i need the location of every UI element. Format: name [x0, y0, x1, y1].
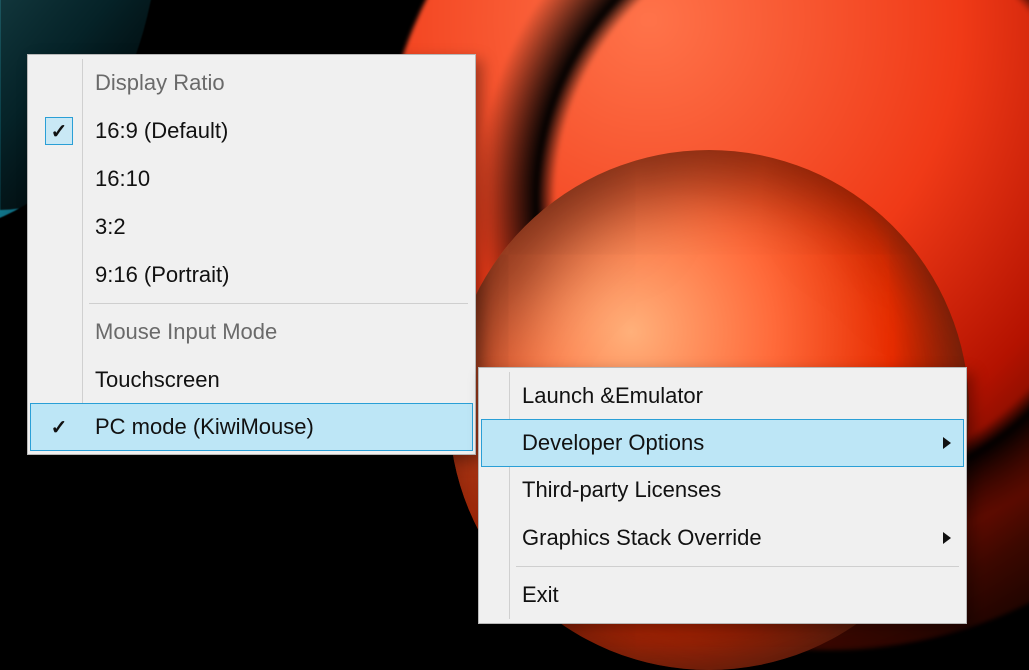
menu-item-exit[interactable]: Exit [482, 571, 963, 619]
menu-item-touchscreen[interactable]: Touchscreen [31, 356, 472, 404]
context-menu-main: Launch &Emulator Developer Options Third… [478, 367, 967, 624]
menu-item-label: 16:10 [95, 166, 150, 192]
menu-item-label: Touchscreen [95, 367, 220, 393]
check-icon: ✓ [45, 413, 73, 441]
menu-item-ratio-9-16[interactable]: 9:16 (Portrait) [31, 251, 472, 299]
menu-item-graphics-stack-override[interactable]: Graphics Stack Override [482, 514, 963, 562]
menu-header-label: Display Ratio [95, 70, 225, 96]
menu-item-label: 16:9 (Default) [95, 118, 228, 144]
menu-item-developer-options[interactable]: Developer Options [481, 419, 964, 467]
menu-item-label: Launch &Emulator [522, 383, 703, 409]
menu-item-label: Third-party Licenses [522, 477, 721, 503]
chevron-right-icon [943, 437, 951, 449]
menu-header-label: Mouse Input Mode [95, 319, 277, 345]
menu-item-ratio-16-10[interactable]: 16:10 [31, 155, 472, 203]
menu-header-mouse-input: Mouse Input Mode [31, 308, 472, 356]
menu-separator [516, 566, 959, 567]
menu-item-label: Exit [522, 582, 559, 608]
check-icon: ✓ [45, 117, 73, 145]
menu-item-label: 3:2 [95, 214, 126, 240]
menu-item-ratio-16-9[interactable]: ✓ 16:9 (Default) [31, 107, 472, 155]
menu-item-launch-emulator[interactable]: Launch &Emulator [482, 372, 963, 420]
menu-header-display-ratio: Display Ratio [31, 59, 472, 107]
context-menu-developer-options: Display Ratio ✓ 16:9 (Default) 16:10 3:2… [27, 54, 476, 455]
menu-item-label: Developer Options [522, 430, 704, 456]
menu-item-pc-mode[interactable]: ✓ PC mode (KiwiMouse) [30, 403, 473, 451]
chevron-right-icon [943, 532, 951, 544]
menu-item-label: 9:16 (Portrait) [95, 262, 230, 288]
menu-item-third-party-licenses[interactable]: Third-party Licenses [482, 466, 963, 514]
menu-separator [89, 303, 468, 304]
menu-item-label: PC mode (KiwiMouse) [95, 414, 314, 440]
menu-item-ratio-3-2[interactable]: 3:2 [31, 203, 472, 251]
menu-item-label: Graphics Stack Override [522, 525, 762, 551]
